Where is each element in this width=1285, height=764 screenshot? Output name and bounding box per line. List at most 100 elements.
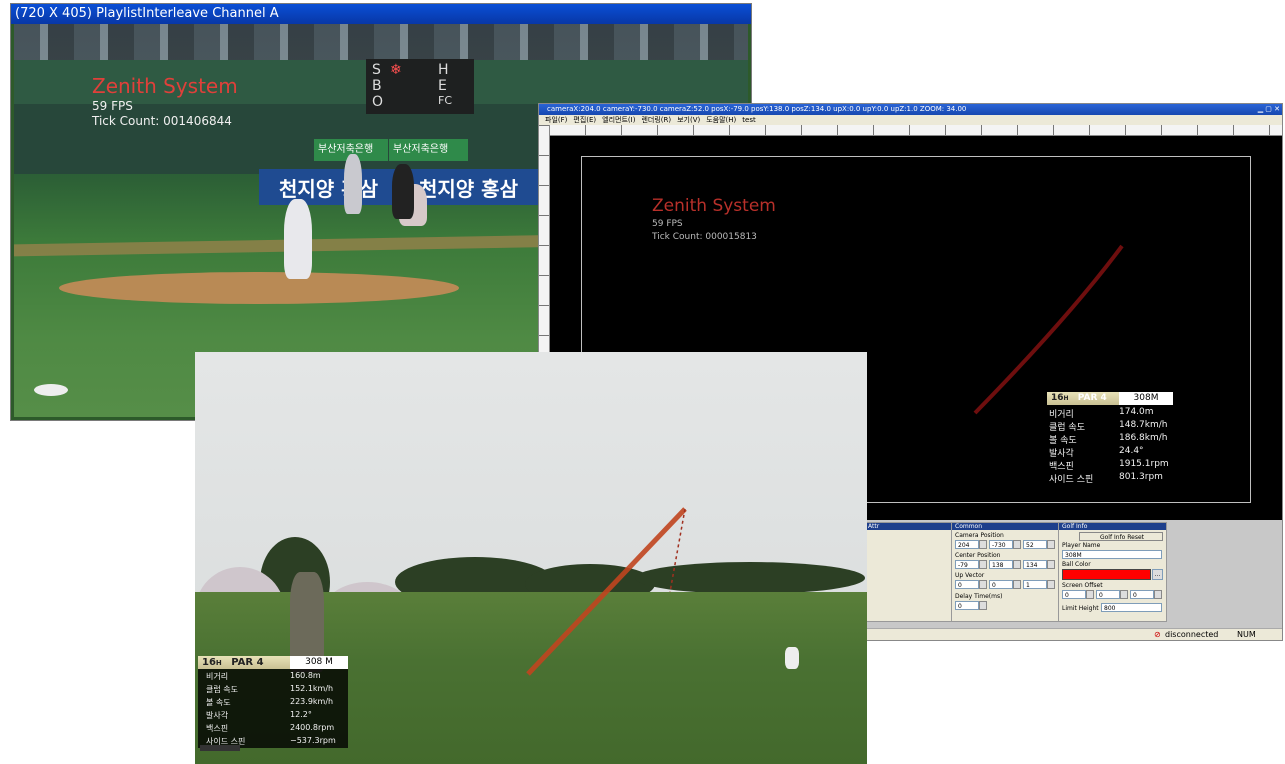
center-x-input[interactable]: -79 <box>955 560 979 569</box>
delay-time-input[interactable]: 0 <box>955 601 979 610</box>
distance-label: 308M <box>1119 392 1173 405</box>
offset-x-spinner[interactable] <box>1086 590 1094 599</box>
menu-item[interactable]: 편집(E) <box>573 116 596 124</box>
menu-item[interactable]: 도움말(H) <box>706 116 736 124</box>
vertical-ruler <box>539 125 550 355</box>
hole-number: 16 <box>1051 393 1064 403</box>
stat-value: 223.9km/h <box>290 697 334 706</box>
zenith-system-label: Zenith System <box>92 74 238 98</box>
stat-label: 비거리 <box>206 672 229 681</box>
camera-position-label: Camera Position <box>955 532 1004 539</box>
stat-label: 사이드 스핀 <box>1049 475 1094 485</box>
golf-info-panel: Golf Info Golf Info Reset Player Name 30… <box>1058 522 1167 622</box>
horizontal-ruler <box>549 125 1282 136</box>
scoreboard-b: B <box>372 78 382 94</box>
stat-value: 160.8m <box>290 671 321 680</box>
stat-label: 클럽 속도 <box>206 685 238 694</box>
attr-panel: Attr <box>864 522 952 622</box>
distance-label: 308 M <box>290 656 348 669</box>
window-controls[interactable]: ▁ ▢ ✕ <box>1258 105 1280 113</box>
pitcher-figure <box>284 199 312 279</box>
connection-status: disconnected <box>1165 630 1219 639</box>
up-z-input[interactable]: 1 <box>1023 580 1047 589</box>
camera-x-spinner[interactable] <box>979 540 987 549</box>
attr-panel-header: Attr <box>865 523 951 530</box>
camera-x-input[interactable]: 204 <box>955 540 979 549</box>
hole-par-header: 16H PAR 4 <box>198 656 290 669</box>
stat-label: 백스핀 <box>1049 462 1074 472</box>
sponsor-banner-left-text: 천지양 홍삼 <box>279 177 378 201</box>
center-y-input[interactable]: 138 <box>989 560 1013 569</box>
menu-item[interactable]: test <box>742 116 755 124</box>
offset-y-input[interactable]: 0 <box>1096 590 1120 599</box>
stat-value: −537.3rpm <box>290 736 336 745</box>
menu-item[interactable]: 렌더링(R) <box>641 116 671 124</box>
menu-item[interactable]: 엘리먼트(I) <box>602 116 635 124</box>
tee-marker <box>200 745 240 751</box>
sponsor-banner-green-2: 부산저축은행 <box>389 139 468 161</box>
delay-time-label: Delay Time(ms) <box>955 593 1003 600</box>
channel-a-title: (720 X 405) PlaylistInterleave Channel A <box>11 4 751 24</box>
hole-suffix: H <box>1063 395 1069 402</box>
screen-offset-label: Screen Offset <box>1062 582 1103 589</box>
scoreboard: S B O ❄ H E FC <box>366 59 474 114</box>
menu-item[interactable]: 파일(F) <box>545 116 567 124</box>
offset-y-spinner[interactable] <box>1120 590 1128 599</box>
camera-z-spinner[interactable] <box>1047 540 1055 549</box>
pitchers-mound <box>59 272 459 304</box>
stat-value: 24.4° <box>1119 446 1144 456</box>
up-y-input[interactable]: 0 <box>989 580 1013 589</box>
sponsor-banner-right-text: 천지양 홍삼 <box>419 177 518 201</box>
par-label: PAR 4 <box>231 657 264 668</box>
batter-figure <box>344 154 362 214</box>
hole-suffix: H <box>215 659 222 667</box>
camera-y-spinner[interactable] <box>1013 540 1021 549</box>
stat-value: 801.3rpm <box>1119 472 1163 482</box>
stat-label: 비거리 <box>1049 410 1074 420</box>
ball-color-label: Ball Color <box>1062 561 1091 568</box>
center-x-spinner[interactable] <box>979 560 987 569</box>
stat-label: 발사각 <box>1049 449 1074 459</box>
stat-value: 148.7km/h <box>1119 420 1168 430</box>
offset-z-input[interactable]: 0 <box>1130 590 1154 599</box>
up-x-input[interactable]: 0 <box>955 580 979 589</box>
center-y-spinner[interactable] <box>1013 560 1021 569</box>
trajectory-line <box>526 507 687 676</box>
stat-label: 백스핀 <box>206 724 229 733</box>
center-z-spinner[interactable] <box>1047 560 1055 569</box>
camera-y-input[interactable]: -730 <box>989 540 1013 549</box>
ball-color-browse-button[interactable]: ... <box>1152 569 1163 580</box>
up-z-spinner[interactable] <box>1047 580 1055 589</box>
limit-height-input[interactable]: 800 <box>1101 603 1162 612</box>
offset-z-spinner[interactable] <box>1154 590 1162 599</box>
fps-label: 59 FPS <box>92 99 133 113</box>
umpire-figure <box>392 164 414 219</box>
trajectory-line <box>973 244 1124 415</box>
scoreboard-h: H <box>438 62 449 78</box>
player-name-input[interactable]: 308M <box>1062 550 1162 559</box>
stat-label: 클럽 속도 <box>1049 423 1085 433</box>
camera-z-input[interactable]: 52 <box>1023 540 1047 549</box>
par-label: PAR 4 <box>1077 393 1107 403</box>
ball-color-swatch[interactable] <box>1062 569 1151 580</box>
stat-value: 2400.8rpm <box>290 723 335 732</box>
connection-icon: ⊘ <box>1154 630 1161 639</box>
hole-par-header: 16H PAR 4 <box>1047 392 1119 405</box>
common-panel-header: Common <box>952 523 1058 530</box>
golf-info-panel-header: Golf Info <box>1059 523 1166 530</box>
tick-count-label: Tick Count: 001406844 <box>92 114 232 128</box>
center-z-input[interactable]: 134 <box>1023 560 1047 569</box>
num-lock-indicator: NUM <box>1237 630 1256 639</box>
limit-height-label: Limit Height <box>1062 605 1099 612</box>
up-y-spinner[interactable] <box>1013 580 1021 589</box>
up-vector-label: Up Vector <box>955 572 985 579</box>
delay-time-spinner[interactable] <box>979 601 987 610</box>
up-x-spinner[interactable] <box>979 580 987 589</box>
stat-label: 볼 속도 <box>206 698 231 707</box>
golf-info-reset-button[interactable]: Golf Info Reset <box>1079 532 1163 541</box>
menu-bar: 파일(F) 편집(E) 엘리먼트(I) 렌더링(R) 보기(V) 도움말(H) test <box>539 115 1282 125</box>
menu-item[interactable]: 보기(V) <box>677 116 700 124</box>
hole-number: 16 <box>202 657 216 668</box>
offset-x-input[interactable]: 0 <box>1062 590 1086 599</box>
common-panel: Common Camera Position 204 -730 52 Cente… <box>951 522 1059 622</box>
